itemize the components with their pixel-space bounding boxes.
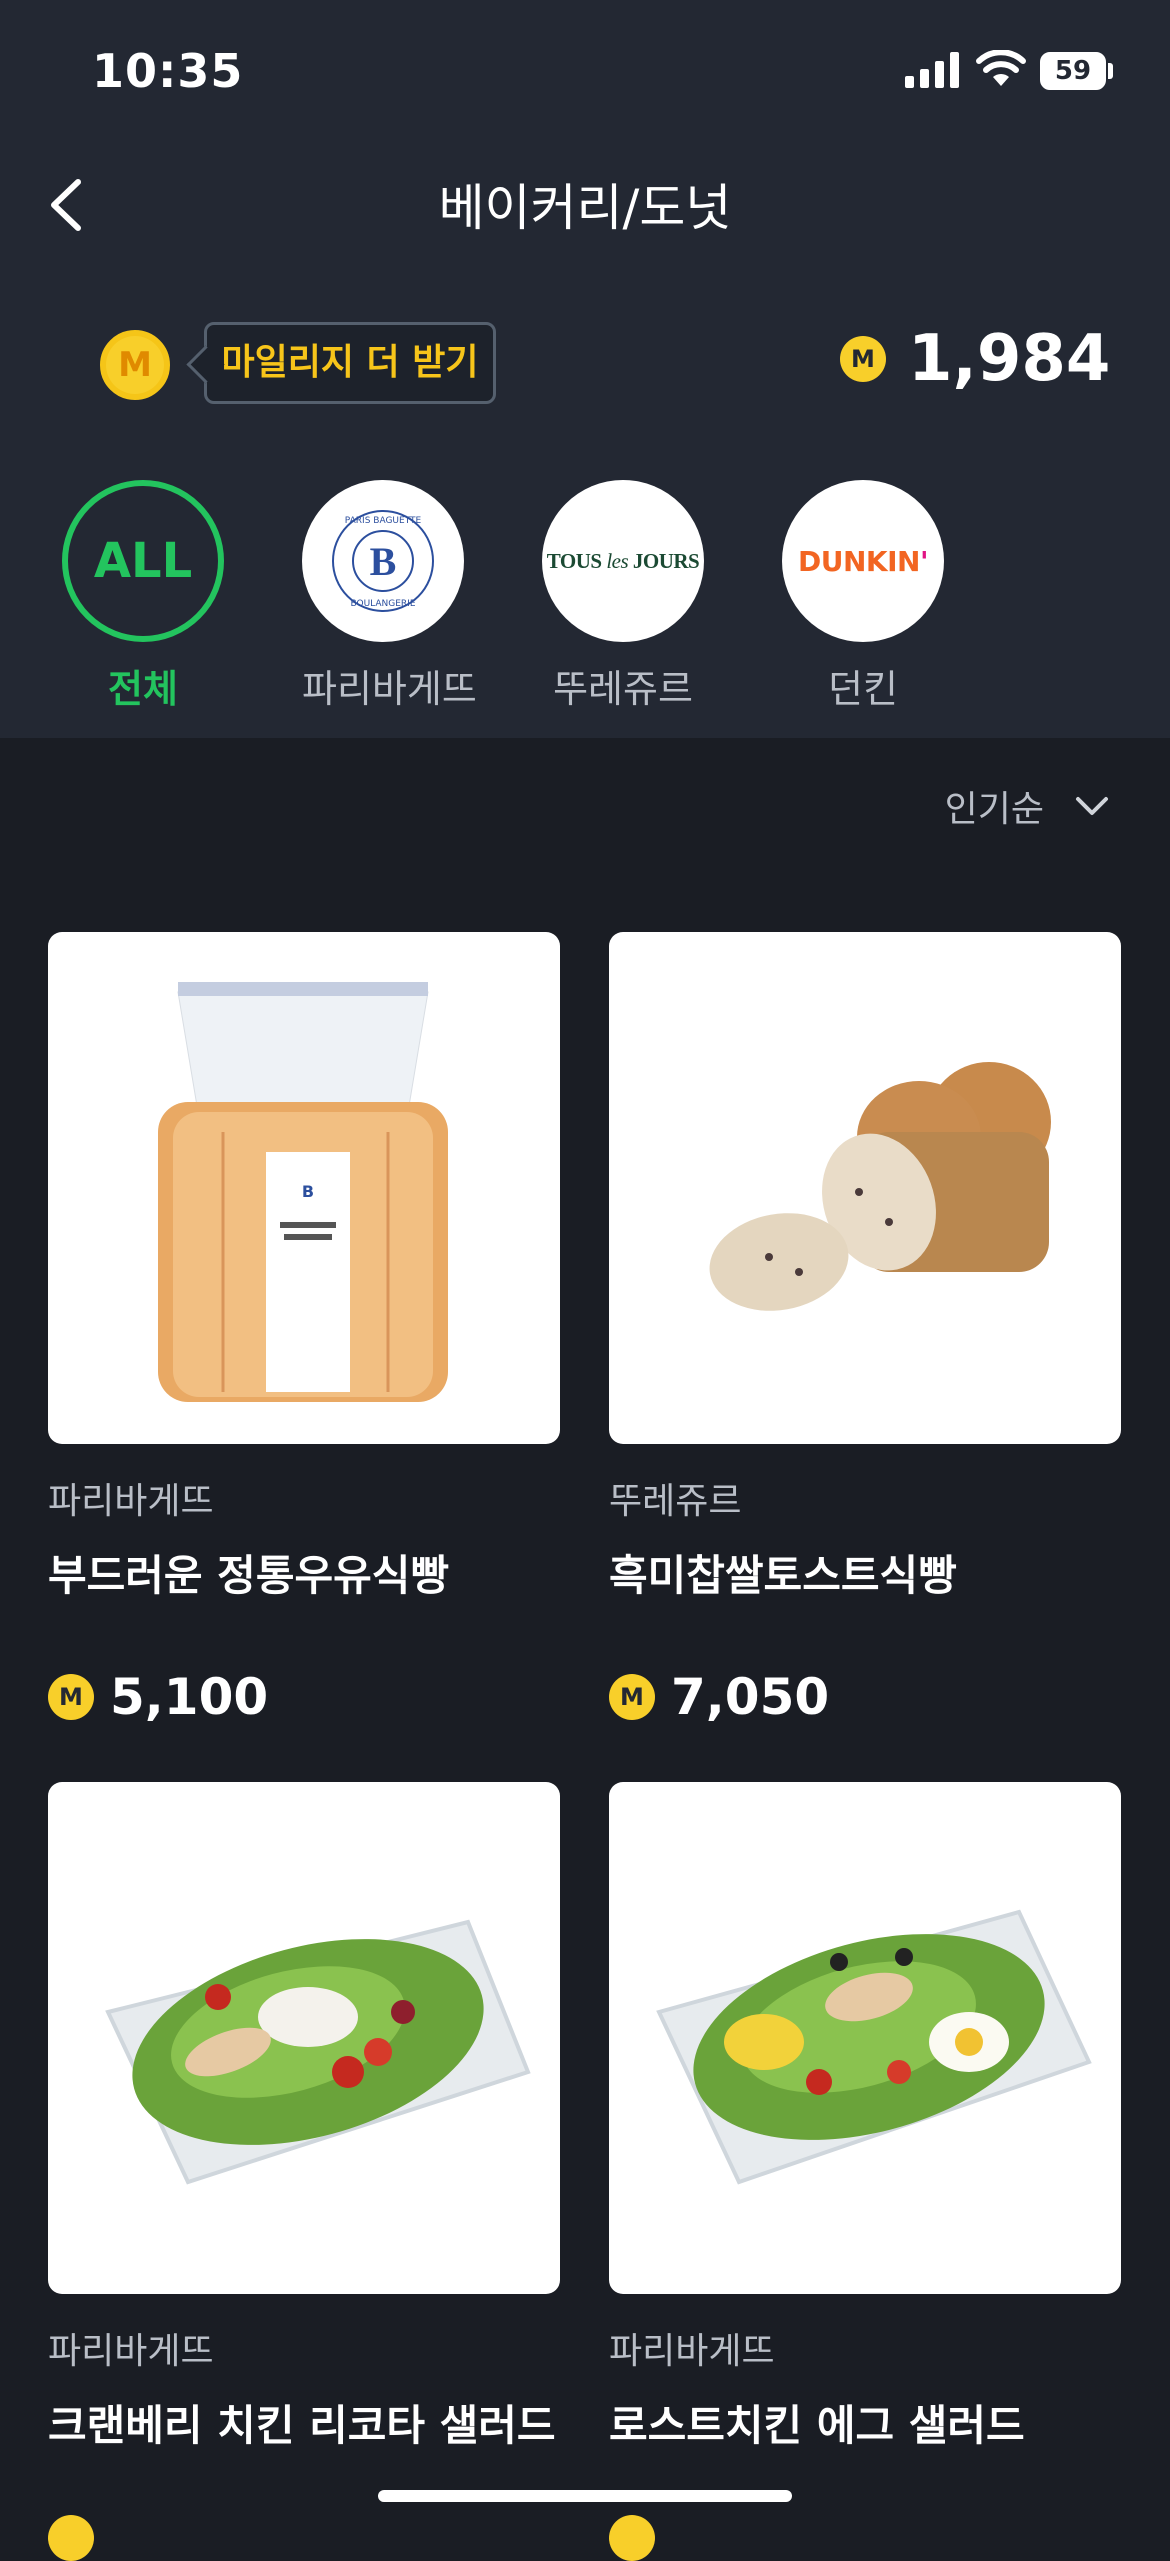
product-brand: 뚜레쥬르	[609, 1481, 742, 1522]
mileage-points: 1,984	[908, 322, 1111, 396]
mileage-coin-icon: M	[609, 1674, 655, 1720]
product-image-black-rice-toast	[609, 932, 1121, 1444]
brand-filter-tous-les-jours[interactable]: TOUS les JOURS 뚜레쥬르	[542, 480, 704, 713]
product-image-cranberry-salad	[48, 1782, 560, 2294]
product-card[interactable]: 뚜레쥬르 흑미찹쌀토스트식빵	[609, 932, 1121, 1603]
product-name: 크랜베리 치킨 리코타 샐러드	[48, 2401, 556, 2450]
product-price: M 7,050	[609, 1668, 829, 1726]
brand-filter-dunkin[interactable]: DUNKIN' 던킨	[782, 480, 944, 713]
product-name: 흑미찹쌀토스트식빵	[609, 1551, 957, 1600]
product-brand: 파리바게뜨	[48, 1481, 214, 1522]
brand-logo-all: ALL	[62, 480, 224, 642]
mileage-coin-icon: M	[100, 330, 170, 400]
brand-label: 뚜레쥬르	[553, 667, 693, 711]
battery-tip	[1108, 63, 1113, 79]
brand-filter-paris-baguette[interactable]: B PARIS BAGUETTE BOULANGERIE 파리바게뜨	[302, 480, 477, 713]
brand-label: 전체	[108, 667, 178, 711]
product-name: 부드러운 정통우유식빵	[48, 1551, 450, 1600]
product-brand: 파리바게뜨	[48, 2331, 214, 2372]
mileage-coin-icon	[48, 2515, 94, 2561]
points-coin-icon: M	[840, 336, 886, 382]
earn-more-mileage-button[interactable]: 마일리지 더 받기	[204, 322, 496, 404]
brand-filter-all[interactable]: ALL 전체	[62, 480, 224, 713]
product-card[interactable]: 파리바게뜨 로스트치킨 에그 샐러드	[609, 1782, 1121, 2453]
battery-indicator: 59	[1040, 52, 1106, 90]
sort-dropdown[interactable]: 인기순	[945, 780, 1110, 832]
chevron-down-icon	[1076, 797, 1108, 815]
cellular-signal-icon	[905, 52, 959, 88]
dunkin-logo: DUNKIN'	[782, 480, 944, 642]
mileage-coin-icon: M	[48, 1674, 94, 1720]
brand-label: 던킨	[828, 667, 898, 711]
mileage-coin-icon	[609, 2515, 655, 2561]
product-card[interactable]: B 파리바게뜨 부드러운 정통우유식빵	[48, 932, 560, 1603]
brand-label: 파리바게뜨	[302, 667, 477, 711]
svg-text:BOULANGERIE: BOULANGERIE	[350, 599, 415, 609]
svg-text:B: B	[302, 1182, 314, 1201]
tous-les-jours-logo: TOUS les JOURS	[542, 480, 704, 642]
product-image-roast-chicken-egg-salad	[609, 1782, 1121, 2294]
price-value: 5,100	[110, 1668, 269, 1726]
page-title: 베이커리/도넛	[438, 179, 732, 237]
svg-text:B: B	[370, 539, 397, 584]
status-time: 10:35	[92, 44, 244, 98]
status-bar: 10:35 59	[0, 0, 1170, 150]
wifi-icon	[976, 50, 1026, 86]
paris-baguette-logo: B PARIS BAGUETTE BOULANGERIE	[302, 480, 464, 642]
product-name: 로스트치킨 에그 샐러드	[609, 2401, 1025, 2450]
product-price: M 5,100	[48, 1668, 268, 1726]
svg-text:PARIS BAGUETTE: PARIS BAGUETTE	[345, 516, 422, 526]
home-indicator	[378, 2490, 792, 2502]
sort-label: 인기순	[944, 789, 1044, 830]
product-brand: 파리바게뜨	[609, 2331, 775, 2372]
price-value: 7,050	[671, 1668, 830, 1726]
product-image-milk-bread: B	[48, 932, 560, 1444]
product-card[interactable]: 파리바게뜨 크랜베리 치킨 리코타 샐러드	[48, 1782, 560, 2453]
